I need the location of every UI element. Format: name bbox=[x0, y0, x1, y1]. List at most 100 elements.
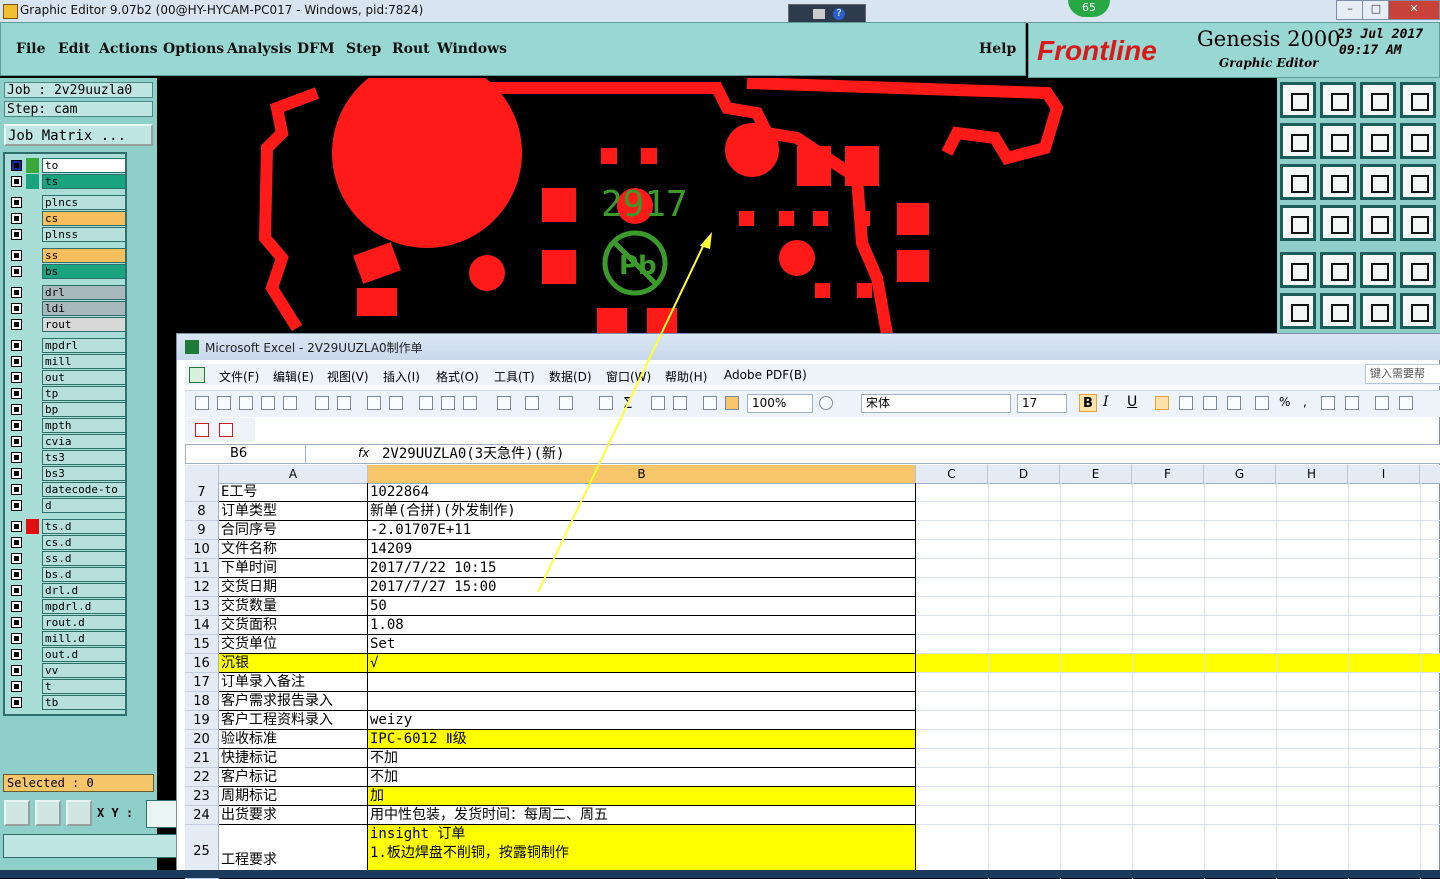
snap-tool-button[interactable] bbox=[1320, 205, 1356, 241]
redo-icon[interactable] bbox=[559, 396, 573, 410]
layer-tp[interactable]: tp bbox=[9, 386, 126, 401]
new-icon[interactable] bbox=[195, 396, 209, 410]
cell-b12[interactable]: 2017/7/27 15:00 bbox=[368, 578, 916, 597]
open-icon[interactable] bbox=[217, 396, 231, 410]
step-down-tool-button[interactable] bbox=[1320, 82, 1356, 118]
layer-color-swatch[interactable] bbox=[26, 402, 39, 417]
cell-a13[interactable]: 交货数量 bbox=[219, 597, 368, 616]
row-number[interactable]: 8 bbox=[185, 502, 219, 521]
copy-icon[interactable] bbox=[441, 396, 455, 410]
layer-checkbox[interactable] bbox=[11, 601, 22, 612]
increase-indent-icon[interactable] bbox=[1399, 396, 1413, 410]
pcb-canvas[interactable]: 2917 Pb bbox=[157, 78, 1277, 334]
row-number[interactable]: 16 bbox=[185, 654, 219, 673]
currency-icon[interactable] bbox=[1255, 396, 1269, 410]
layer-checkbox[interactable] bbox=[11, 197, 22, 208]
row-number[interactable]: 21 bbox=[185, 749, 219, 768]
scale-tool-button[interactable] bbox=[1360, 164, 1396, 200]
empty-cells[interactable] bbox=[916, 597, 1440, 616]
empty-cells[interactable] bbox=[916, 559, 1440, 578]
undo-icon[interactable] bbox=[525, 396, 539, 410]
layer-ldi[interactable]: ldi bbox=[9, 301, 126, 316]
menu-windows[interactable]: Windows bbox=[437, 41, 507, 57]
hyperlink-icon[interactable] bbox=[599, 396, 613, 410]
cell-b19[interactable]: weizy bbox=[368, 711, 916, 730]
row-number[interactable]: 23 bbox=[185, 787, 219, 806]
line-tool-button[interactable] bbox=[1360, 293, 1396, 329]
xl-menu-file[interactable]: 文件(F) bbox=[219, 368, 259, 385]
layer-drl[interactable]: drl bbox=[9, 285, 126, 300]
layer-checkbox[interactable] bbox=[11, 176, 22, 187]
empty-cells[interactable] bbox=[916, 692, 1440, 711]
col-header-i[interactable]: I bbox=[1348, 465, 1420, 483]
layer-color-swatch[interactable] bbox=[26, 466, 39, 481]
sort-ascending-icon[interactable] bbox=[651, 396, 665, 410]
zoom-select[interactable]: 100% bbox=[747, 394, 813, 413]
layer-cs-d[interactable]: cs.d bbox=[9, 535, 126, 550]
layer-out-d[interactable]: out.d bbox=[9, 647, 126, 662]
layer-color-swatch[interactable] bbox=[26, 583, 39, 598]
layer-checkbox[interactable] bbox=[11, 436, 22, 447]
layer-checkbox[interactable] bbox=[11, 649, 22, 660]
layer-color-swatch[interactable] bbox=[26, 567, 39, 582]
empty-cells[interactable] bbox=[916, 578, 1440, 597]
layer-checkbox[interactable] bbox=[11, 372, 22, 383]
cell-a20[interactable]: 验收标准 bbox=[219, 730, 368, 749]
menu-file[interactable]: File bbox=[16, 41, 45, 57]
empty-cells[interactable] bbox=[916, 521, 1440, 540]
empty-cells[interactable] bbox=[916, 616, 1440, 635]
print-preview-icon[interactable] bbox=[337, 396, 351, 410]
row-number[interactable]: 13 bbox=[185, 597, 219, 616]
cell-b8[interactable]: 新单(合拼)(外发制作) bbox=[368, 502, 916, 521]
office-help-icon[interactable] bbox=[819, 396, 833, 410]
layer-compare-tool-button[interactable] bbox=[1360, 205, 1396, 241]
align-right-icon[interactable] bbox=[1203, 396, 1217, 410]
empty-cells[interactable] bbox=[916, 483, 1440, 502]
layer-ts3[interactable]: ts3 bbox=[9, 450, 126, 465]
cell-a14[interactable]: 交货面积 bbox=[219, 616, 368, 635]
layer-scrollbar[interactable] bbox=[128, 152, 154, 716]
layer-rout[interactable]: rout bbox=[9, 317, 126, 332]
empty-cells[interactable] bbox=[916, 749, 1440, 768]
arc-tool-button[interactable] bbox=[1400, 293, 1436, 329]
layer-color-swatch[interactable] bbox=[26, 498, 39, 513]
select-all-corner[interactable] bbox=[185, 465, 219, 483]
minimize-button[interactable]: – bbox=[1336, 0, 1364, 20]
layer-cvia[interactable]: cvia bbox=[9, 434, 126, 449]
cell-b16[interactable]: √ bbox=[368, 654, 916, 673]
connect-tool-button[interactable] bbox=[1280, 293, 1316, 329]
empty-cells[interactable] bbox=[916, 787, 1440, 806]
layer-mpdrl[interactable]: mpdrl bbox=[9, 338, 126, 353]
cell-b15[interactable]: Set bbox=[368, 635, 916, 654]
font-size-select[interactable]: 17 bbox=[1017, 394, 1067, 413]
layer-color-swatch[interactable] bbox=[26, 285, 39, 300]
row-number[interactable]: 14 bbox=[185, 616, 219, 635]
layer-drl-d[interactable]: drl.d bbox=[9, 583, 126, 598]
cell-a10[interactable]: 文件名称 bbox=[219, 540, 368, 559]
cell-b17[interactable] bbox=[368, 673, 916, 692]
row-number[interactable]: 19 bbox=[185, 711, 219, 730]
drawing-icon[interactable] bbox=[725, 396, 739, 410]
layer-color-swatch[interactable] bbox=[26, 174, 39, 189]
xl-menu-help[interactable]: 帮助(H) bbox=[665, 368, 707, 385]
col-header-g[interactable]: G bbox=[1204, 465, 1276, 483]
layer-color-swatch[interactable] bbox=[26, 679, 39, 694]
help-icon[interactable]: ? bbox=[833, 8, 845, 20]
layer-color-swatch[interactable] bbox=[26, 434, 39, 449]
menu-help[interactable]: Help bbox=[979, 41, 1016, 57]
maximize-button[interactable]: □ bbox=[1362, 0, 1390, 20]
layer-checkbox[interactable] bbox=[11, 521, 22, 532]
layer-color-swatch[interactable] bbox=[26, 631, 39, 646]
cell-a19[interactable]: 客户工程资料录入 bbox=[219, 711, 368, 730]
layer-rout-d[interactable]: rout.d bbox=[9, 615, 126, 630]
bold-button[interactable]: B bbox=[1079, 394, 1097, 412]
email-icon[interactable] bbox=[283, 396, 297, 410]
menu-options[interactable]: Options bbox=[163, 41, 224, 57]
comma-icon[interactable]: , bbox=[1303, 395, 1307, 409]
layer-checkbox[interactable] bbox=[11, 303, 22, 314]
layer-color-swatch[interactable] bbox=[26, 370, 39, 385]
layer-out[interactable]: out bbox=[9, 370, 126, 385]
job-matrix-button[interactable]: Job Matrix ... bbox=[4, 124, 153, 146]
help-search-box[interactable]: 键入需要帮 bbox=[1365, 364, 1440, 384]
cell-b14[interactable]: 1.08 bbox=[368, 616, 916, 635]
